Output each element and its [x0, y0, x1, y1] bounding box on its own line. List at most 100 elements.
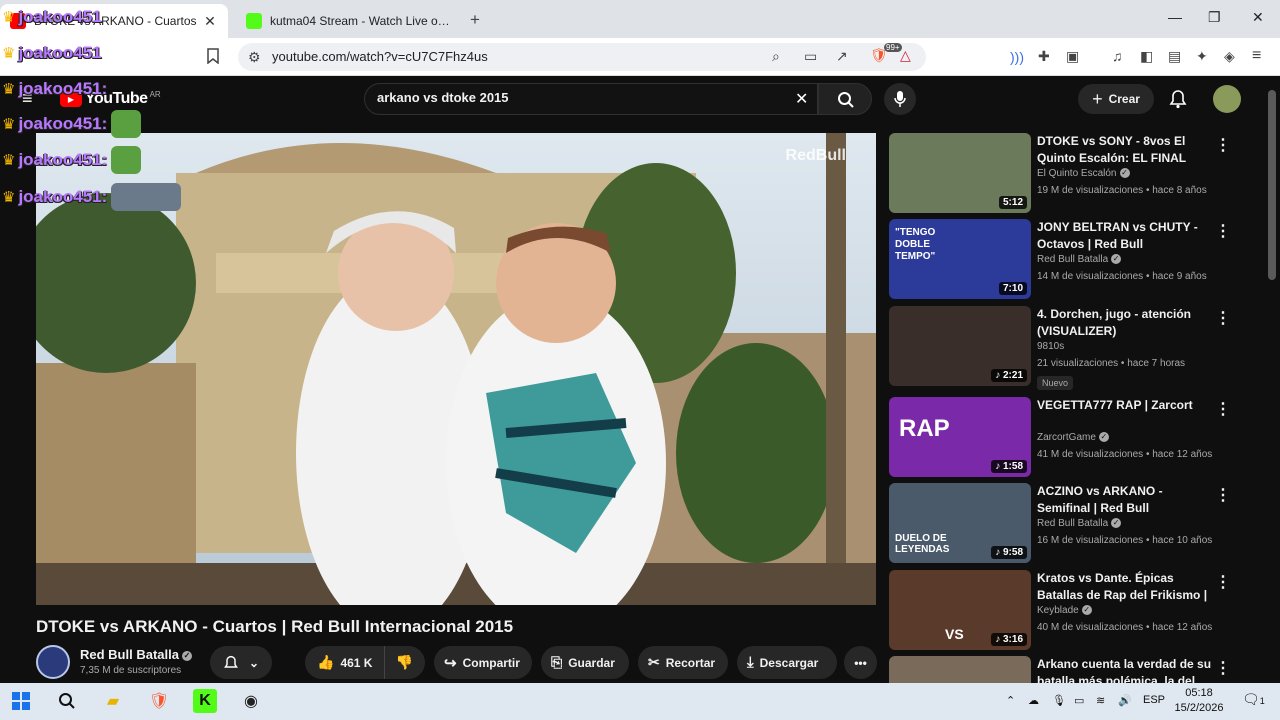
dislike-button[interactable]: 👎: [385, 646, 422, 679]
more-options-icon[interactable]: ⋮: [1215, 135, 1231, 155]
tab-close-icon[interactable]: ✕: [202, 13, 218, 30]
mic-tray-icon[interactable]: 🎙: [1052, 694, 1066, 707]
share-button[interactable]: ↪ Compartir: [434, 646, 532, 679]
kick-app-icon[interactable]: K: [193, 689, 217, 713]
recommendation-channel[interactable]: El Quinto Escalón ✓: [1037, 168, 1130, 179]
cloud-icon[interactable]: ☁: [1028, 694, 1039, 707]
close-window-button[interactable]: ✕: [1252, 9, 1264, 26]
tray-chevron-icon[interactable]: ⌃: [1006, 694, 1015, 707]
clear-search-icon[interactable]: ✕: [795, 89, 808, 109]
more-options-icon[interactable]: ⋮: [1215, 308, 1231, 328]
brave-rewards-icon[interactable]: △: [900, 47, 911, 64]
media-icon[interactable]: ♫: [1112, 48, 1123, 64]
recommendation-channel[interactable]: 9810s: [1037, 341, 1064, 352]
user-avatar[interactable]: [1213, 85, 1241, 113]
tab-kick[interactable]: kutma04 Stream - Watch Live on Kick: [236, 4, 462, 38]
brave-browser-icon[interactable]: 🛡: [147, 689, 171, 713]
thumbs-up-icon: 👍: [317, 654, 335, 670]
recommendation-item[interactable]: "TENGO DOBLE TEMPO" 7:10 JONY BELTRAN vs…: [889, 219, 1259, 301]
bookmark-icon[interactable]: [206, 48, 220, 67]
chat-message: ♛ joakoo451:: [2, 145, 142, 175]
file-explorer-icon[interactable]: ▰: [101, 689, 125, 713]
recommendation-item[interactable]: VS ♪ 3:16 Kratos vs Dante. Épicas Batall…: [889, 570, 1259, 652]
url-bar[interactable]: ⚙ youtube.com/watch?v=cU7C7Fhz4us ⌕ ▭ ↗ …: [238, 43, 926, 71]
kick-favicon-icon: [246, 13, 262, 29]
voice-search-button[interactable]: [884, 83, 916, 115]
subscribe-notification-button[interactable]: ⌄: [210, 646, 272, 679]
zoom-icon[interactable]: ⌕: [772, 48, 780, 65]
tab-title: kutma04 Stream - Watch Live on Kick: [270, 14, 452, 28]
recommendation-channel[interactable]: Red Bull Batalla ✓: [1037, 518, 1122, 529]
speedreader-icon[interactable]: ))): [1010, 49, 1024, 65]
more-options-icon[interactable]: ⋮: [1215, 221, 1231, 241]
download-button[interactable]: ⤓ Descargar: [737, 646, 837, 679]
save-button[interactable]: ⎘ Guardar: [541, 646, 629, 679]
video-thumbnail[interactable]: DUELO DE LEYENDAS ♪ 9:58: [889, 483, 1031, 563]
wallet-panel-icon[interactable]: ▣: [1066, 48, 1079, 65]
share-icon[interactable]: ↗: [836, 48, 848, 65]
site-settings-icon[interactable]: ⚙: [248, 49, 261, 66]
channel-label: Red Bull Batalla: [1037, 254, 1109, 265]
video-thumbnail[interactable]: [889, 656, 1031, 683]
wifi-icon[interactable]: ≋: [1096, 694, 1105, 707]
more-options-icon[interactable]: ⋮: [1215, 572, 1231, 592]
notifications-bell-icon[interactable]: [1168, 89, 1188, 109]
wallet-icon[interactable]: ▤: [1168, 48, 1181, 65]
video-thumbnail[interactable]: "TENGO DOBLE TEMPO" 7:10: [889, 219, 1031, 299]
language-indicator[interactable]: ESP: [1143, 694, 1165, 706]
recommendation-title[interactable]: JONY BELTRAN vs CHUTY - Octavos | Red Bu…: [1037, 219, 1217, 253]
more-actions-button[interactable]: •••: [844, 646, 877, 679]
create-button[interactable]: + Crear: [1078, 84, 1154, 114]
recommendation-item[interactable]: ♪ 2:21 4. Dorchen, jugo - atención (VISU…: [889, 306, 1259, 390]
vpn-icon[interactable]: ◈: [1224, 48, 1235, 65]
recommendation-title[interactable]: Kratos vs Dante. Épicas Batallas de Rap …: [1037, 570, 1217, 604]
recommendation-item[interactable]: Arkano cuenta la verdad de su batalla má…: [889, 656, 1259, 683]
search-input[interactable]: [377, 90, 777, 105]
clip-button[interactable]: ✂ Recortar: [638, 646, 728, 679]
obs-app-icon[interactable]: ◉: [239, 689, 263, 713]
video-thumbnail[interactable]: RAP ♪ 1:58: [889, 397, 1031, 477]
more-options-icon[interactable]: ⋮: [1215, 658, 1231, 678]
search-button[interactable]: [818, 83, 872, 115]
create-label: Crear: [1108, 92, 1140, 106]
recommendation-title[interactable]: VEGETTA777 RAP | Zarcort: [1037, 397, 1217, 414]
recommendation-item[interactable]: DUELO DE LEYENDAS ♪ 9:58 ACZINO vs ARKAN…: [889, 483, 1259, 565]
notification-center-icon[interactable]: 🗨1: [1242, 691, 1265, 708]
system-clock[interactable]: 05:18 15/2/2026: [1168, 686, 1230, 716]
new-tab-button[interactable]: +: [470, 10, 480, 30]
recommendation-title[interactable]: ACZINO vs ARKANO - Semifinal | Red Bull …: [1037, 483, 1217, 517]
recommendation-title[interactable]: Arkano cuenta la verdad de su batalla má…: [1037, 656, 1217, 683]
search-icon[interactable]: [55, 689, 79, 713]
page-scrollbar[interactable]: [1268, 90, 1276, 280]
cast-icon[interactable]: ▭: [804, 48, 817, 65]
video-thumbnail[interactable]: ♪ 2:21: [889, 306, 1031, 386]
more-options-icon[interactable]: ⋮: [1215, 485, 1231, 505]
menu-icon[interactable]: ≡: [1252, 47, 1261, 65]
recommendation-item[interactable]: RAP ♪ 1:58 VEGETTA777 RAP | Zarcort Zarc…: [889, 397, 1259, 479]
recommendation-channel[interactable]: ZarcortGame ✓: [1037, 432, 1109, 443]
music-note-icon: ♪: [995, 634, 1003, 645]
video-thumbnail[interactable]: VS ♪ 3:16: [889, 570, 1031, 650]
battery-icon[interactable]: ▭: [1074, 694, 1084, 707]
recommendation-item[interactable]: 5:12 DTOKE vs SONY - 8vos El Quinto Esca…: [889, 133, 1259, 215]
thumbnail-caption: VS: [945, 626, 964, 642]
extensions-icon[interactable]: ✚: [1038, 48, 1050, 65]
recommendation-title[interactable]: DTOKE vs SONY - 8vos El Quinto Escalón: …: [1037, 133, 1217, 167]
recommendation-channel[interactable]: Red Bull Batalla ✓: [1037, 254, 1122, 265]
recommendation-channel[interactable]: Keyblade ✓: [1037, 605, 1092, 616]
leo-ai-icon[interactable]: ✦: [1196, 48, 1208, 65]
maximize-button[interactable]: ❐: [1208, 9, 1221, 26]
windows-start-icon[interactable]: [9, 689, 33, 713]
sidebar-icon[interactable]: ◧: [1140, 48, 1153, 65]
video-thumbnail[interactable]: 5:12: [889, 133, 1031, 213]
verified-icon: ✓: [1081, 605, 1092, 616]
like-button[interactable]: 👍 461 K: [305, 646, 386, 679]
volume-icon[interactable]: 🔊: [1118, 694, 1132, 707]
minimize-button[interactable]: —: [1168, 9, 1182, 25]
more-options-icon[interactable]: ⋮: [1215, 399, 1231, 419]
recommendation-title[interactable]: 4. Dorchen, jugo - atención (VISUALIZER): [1037, 306, 1217, 340]
plus-icon: +: [1092, 88, 1103, 109]
channel-avatar[interactable]: [36, 645, 70, 679]
crown-icon: ♛: [2, 116, 16, 133]
channel-name[interactable]: Red Bull Batalla ✓: [80, 647, 192, 662]
